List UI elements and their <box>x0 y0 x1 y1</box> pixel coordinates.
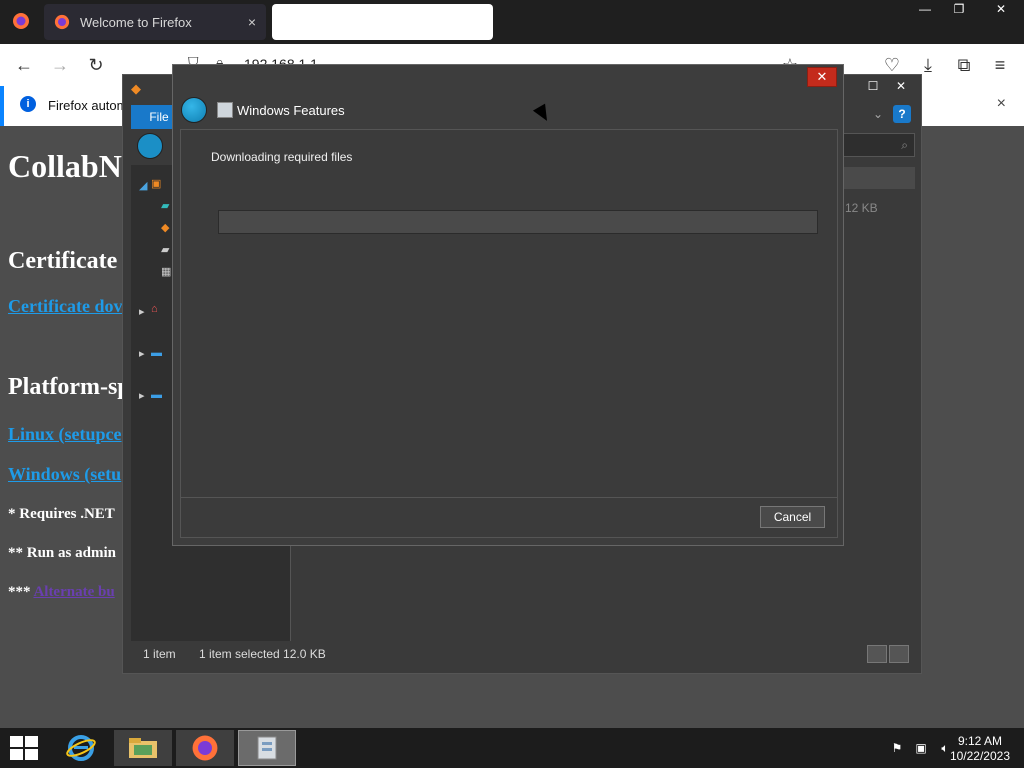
ribbon-expand-chevron-icon[interactable]: ⌄ <box>873 107 883 121</box>
network-icon[interactable]: ▣ <box>912 740 930 756</box>
status-item-count: 1 item <box>143 647 176 661</box>
tab-label: Welcome to Firefox <box>80 14 192 30</box>
explorer-close-button[interactable]: ✕ <box>887 77 915 95</box>
tab-welcome-to-firefox[interactable]: Welcome to Firefox × <box>44 4 266 40</box>
file-size-cell: 12 KB <box>845 201 878 215</box>
tree-expand-icon[interactable]: ▸ <box>139 347 145 360</box>
computer-icon[interactable]: ▬ <box>151 347 162 359</box>
note-alternate: *** Alternate bu <box>8 584 115 601</box>
platform-heading: Platform-sp <box>8 374 131 400</box>
tree-expand-icon[interactable]: ▸ <box>139 305 145 318</box>
clock-date: 10/22/2023 <box>949 749 1010 763</box>
start-button[interactable] <box>10 736 40 760</box>
windows-download-link[interactable]: Windows (setu <box>8 464 121 485</box>
tree-expand-icon[interactable]: ▸ <box>139 389 145 402</box>
forward-arrow-icon[interactable]: → <box>48 53 72 77</box>
clock-time: 9:12 AM <box>957 734 1002 748</box>
certificate-download-link[interactable]: Certificate dov <box>8 296 122 317</box>
tree-item-icon[interactable]: ◆ <box>161 221 169 234</box>
new-tab-placeholder[interactable] <box>272 4 493 40</box>
status-selection: 1 item selected 12.0 KB <box>199 647 326 661</box>
taskbar: ⚑ ▣ 🔈︎ 9:12 AM 10/22/2023 <box>0 728 1024 768</box>
tree-item-icon[interactable]: ▦ <box>161 265 171 278</box>
cancel-button[interactable]: Cancel <box>760 506 825 528</box>
homegroup-icon[interactable]: ⌂ <box>151 303 158 315</box>
explorer-maximize-button[interactable]: ☐ <box>859 77 887 95</box>
notification-close-icon[interactable]: × <box>997 95 1006 113</box>
system-tray: ⚑ ▣ 🔈︎ <box>882 740 954 756</box>
alternate-link[interactable]: Alternate bu <box>33 584 114 600</box>
certificate-heading: Certificate <box>8 248 118 274</box>
internet-explorer-icon[interactable] <box>52 730 110 766</box>
reload-icon[interactable]: ↻ <box>84 53 108 77</box>
back-arrow-icon[interactable]: ← <box>12 53 36 77</box>
note-admin: ** Run as admin <box>8 545 116 561</box>
windows-features-icon <box>217 102 233 118</box>
extensions-icon[interactable]: ⧉ <box>952 53 976 77</box>
restore-button[interactable]: ❐ <box>944 0 974 18</box>
tree-expand-icon[interactable]: ◢ <box>139 179 147 192</box>
explorer-search-box[interactable]: ⌕ <box>843 133 915 157</box>
file-explorer-taskbar-icon[interactable] <box>114 730 172 766</box>
dialog-body <box>180 129 838 538</box>
help-icon[interactable]: ? <box>893 105 911 123</box>
app-menu-icon[interactable]: ≡ <box>988 53 1012 77</box>
action-center-flag-icon[interactable]: ⚑ <box>888 740 906 756</box>
network-icon[interactable]: ▬ <box>151 389 162 401</box>
tree-item-icon[interactable]: ▰ <box>161 243 169 256</box>
windows-features-taskbar-icon[interactable] <box>238 730 296 766</box>
firefox-window-controls: — ❐ ✕ <box>906 0 1024 18</box>
firefox-tabbar: Welcome to Firefox × — ❐ ✕ <box>0 0 1024 44</box>
download-progress-bar <box>218 210 818 234</box>
tree-folder-icon[interactable]: ▣ <box>151 177 161 190</box>
view-toggle <box>865 645 909 663</box>
tab-close-icon[interactable]: × <box>248 14 256 30</box>
dialog-footer-divider <box>180 497 838 498</box>
explorer-window-controls: ☐ ✕ <box>859 77 915 95</box>
clock[interactable]: 9:12 AM 10/22/2023 <box>950 734 1010 764</box>
minimize-button[interactable]: — <box>910 0 940 18</box>
dialog-title: Windows Features <box>237 103 345 118</box>
explorer-quick-access-icon[interactable]: ◆ <box>131 81 141 97</box>
linux-download-link[interactable]: Linux (setupce <box>8 424 122 445</box>
firefox-icon <box>54 14 70 30</box>
download-status-text: Downloading required files <box>211 150 353 164</box>
large-icons-view-icon[interactable] <box>889 645 909 663</box>
firefox-menu-icon[interactable] <box>6 6 36 36</box>
explorer-back-button[interactable] <box>137 133 163 159</box>
dialog-back-button[interactable] <box>181 97 207 123</box>
info-icon: i <box>20 96 36 112</box>
note-alternate-prefix: *** <box>8 584 31 600</box>
dialog-close-button[interactable]: ✕ <box>807 67 837 87</box>
search-icon: ⌕ <box>901 138 908 152</box>
tree-item-icon[interactable]: ▰ <box>161 199 169 212</box>
note-dotnet: * Requires .NET <box>8 506 115 522</box>
details-view-icon[interactable] <box>867 645 887 663</box>
firefox-taskbar-icon[interactable] <box>176 730 234 766</box>
page-title: CollabN <box>8 148 122 184</box>
close-button[interactable]: ✕ <box>978 0 1024 18</box>
windows-features-dialog: ✕ Windows Features Downloading required … <box>172 64 844 546</box>
